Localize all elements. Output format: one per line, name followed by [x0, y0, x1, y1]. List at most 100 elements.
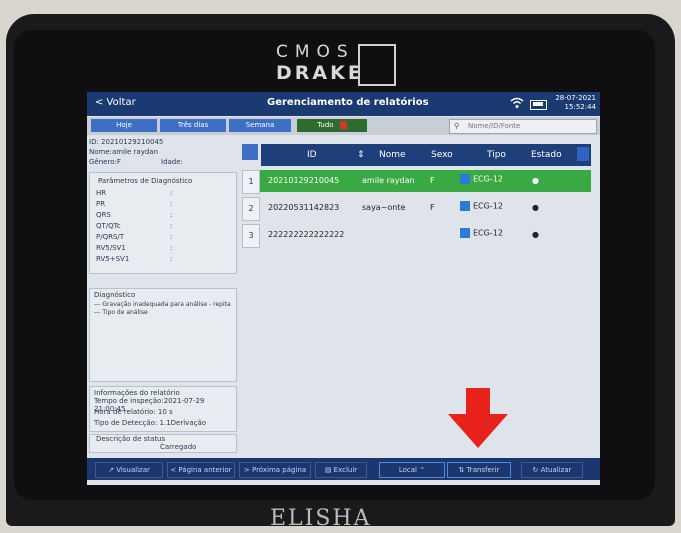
info-capture-type: Tipo de Detecção: 1.1Derivação [94, 419, 207, 427]
refresh-icon: ↻ [532, 466, 539, 474]
tab-all-label: Tudo [317, 121, 334, 129]
header-name[interactable]: Nome [379, 150, 406, 160]
tab-all[interactable]: Tudo [297, 119, 367, 132]
sort-icon[interactable]: ⇕ [357, 150, 365, 160]
filter-bar: Hoje Três dias Semana Tudo ⚲ [87, 117, 600, 135]
info-title: Informações do relatório [94, 389, 180, 397]
back-button[interactable]: < Voltar [95, 97, 136, 108]
tab-week[interactable]: Semana [229, 119, 291, 132]
param-value: : [170, 244, 173, 252]
clock: 28-07-2021 15:52:44 [550, 94, 596, 112]
row-type-label: ECG-12 [473, 201, 503, 211]
diagnosis-text: --- Gravação inadequada para análise - r… [94, 301, 231, 316]
row-id: 20210129210045 [268, 176, 340, 185]
ecg-icon [460, 174, 470, 184]
param-value: : [170, 211, 173, 219]
status-panel: Descrição de status Carregado [89, 434, 237, 453]
ecg-icon [460, 201, 470, 211]
prev-page-button[interactable]: < Página anterior [167, 462, 235, 478]
params-title: Parâmetros de Diagnóstico [98, 177, 193, 185]
tab-today[interactable]: Hoje [91, 119, 157, 132]
header-sex[interactable]: Sexo [431, 150, 453, 160]
row-number: 3 [242, 224, 260, 248]
param-label: QRS [96, 211, 111, 219]
param-value: : [170, 200, 173, 208]
param-value: : [170, 222, 173, 230]
info-report-time: Hora de relatório: 10 s [94, 408, 173, 416]
row-type: ECG-12 [460, 228, 503, 238]
tab-three-days[interactable]: Três dias [160, 119, 226, 132]
update-button[interactable]: ↻ Atualizar [521, 462, 583, 478]
patient-panel: ID: 20210129210045 Nome:amile raydan Gên… [87, 136, 239, 453]
chevron-up-icon: ⌃ [419, 466, 426, 474]
param-value: : [170, 233, 173, 241]
param-label: RV5/SV1 [96, 244, 126, 252]
expand-icon: ↗ [108, 466, 114, 474]
local-label: Local [398, 466, 418, 474]
param-label: QT/QTc [96, 222, 121, 230]
header-status[interactable]: Estado [531, 150, 562, 160]
page-title: Gerenciamento de relatórios [267, 97, 429, 108]
row-id: 20220531142823 [268, 203, 340, 212]
view-label: Visualizar [116, 466, 150, 474]
row-type: ECG-12 [460, 174, 503, 184]
select-all-checkbox[interactable] [242, 144, 258, 160]
brand-line1: CMOS [276, 42, 355, 62]
search-input[interactable] [468, 122, 588, 130]
delete-button[interactable]: ▤ Excluir [315, 462, 367, 478]
update-label: Atualizar [540, 466, 572, 474]
row-id: 222222222222222 [268, 230, 345, 239]
params-panel: Parâmetros de Diagnóstico HR: PR: QRS: QT/Q… [89, 172, 237, 274]
table-row[interactable]: 2 20220531142823 saya~onte F ECG-12 ● [242, 197, 591, 221]
patient-gender: Gênero:F [89, 158, 121, 166]
patient-name: Nome:amile raydan [89, 148, 159, 156]
param-label: PR [96, 200, 106, 208]
ecg-icon [460, 228, 470, 238]
trash-icon [339, 121, 347, 129]
row-type: ECG-12 [460, 201, 503, 211]
param-label: HR [96, 189, 107, 197]
row-status-icon: ● [532, 203, 539, 212]
brand-line2: DRAKE [276, 62, 364, 84]
param-value: : [170, 189, 173, 197]
brand-footer: ELISHA [270, 506, 372, 531]
battery-icon [530, 100, 547, 110]
delete-icon: ▤ [324, 466, 332, 474]
patient-id: ID: 20210129210045 [89, 138, 164, 146]
param-value: : [170, 255, 173, 263]
device-screen: < Voltar Gerenciamento de relatórios 28-… [87, 92, 600, 485]
row-type-label: ECG-12 [473, 174, 503, 184]
table-header: ID ⇕ Nome Sexo Tipo Estado [261, 144, 591, 166]
columns-menu-button[interactable] [577, 147, 589, 161]
row-sex: F [430, 203, 435, 212]
row-status-icon: ● [532, 176, 539, 185]
status-value: Carregado [160, 443, 197, 451]
bottom-toolbar: ↗ Visualizar < Página anterior > Próxima… [87, 458, 600, 480]
report-info-panel: Informações do relatório Tempo de inspeç… [89, 386, 237, 432]
diagnosis-panel: Diagnóstico --- Gravação inadequada para… [89, 288, 237, 382]
row-type-label: ECG-12 [473, 228, 503, 238]
date-text: 28-07-2021 [555, 94, 596, 102]
header-id[interactable]: ID [307, 150, 317, 160]
param-label: P/QRS/T [96, 233, 125, 241]
brand-logo: CMOS DRAKE [272, 40, 412, 88]
row-name: amile raydan [362, 176, 415, 185]
row-status-icon: ● [532, 230, 539, 239]
wifi-icon [510, 97, 524, 108]
header-type[interactable]: Tipo [487, 150, 506, 160]
top-bar: < Voltar Gerenciamento de relatórios 28-… [87, 92, 600, 116]
patient-age: Idade: [161, 158, 183, 166]
row-number: 1 [242, 170, 260, 194]
row-number: 2 [242, 197, 260, 221]
param-label: RV5+SV1 [96, 255, 130, 263]
search-field[interactable]: ⚲ [449, 119, 597, 134]
next-page-button[interactable]: > Próxima página [239, 462, 311, 478]
red-down-arrow [448, 388, 508, 448]
time-text: 15:52:44 [564, 103, 596, 111]
local-dropdown[interactable]: Local ⌃ [379, 462, 445, 478]
medical-cross-icon [358, 44, 396, 86]
view-button[interactable]: ↗ Visualizar [95, 462, 163, 478]
transfer-button[interactable]: ⇅ Transferir [447, 462, 511, 478]
table-row[interactable]: 1 20210129210045 amile raydan F ECG-12 ● [242, 170, 591, 194]
table-row[interactable]: 3 222222222222222 ECG-12 ● [242, 224, 591, 248]
